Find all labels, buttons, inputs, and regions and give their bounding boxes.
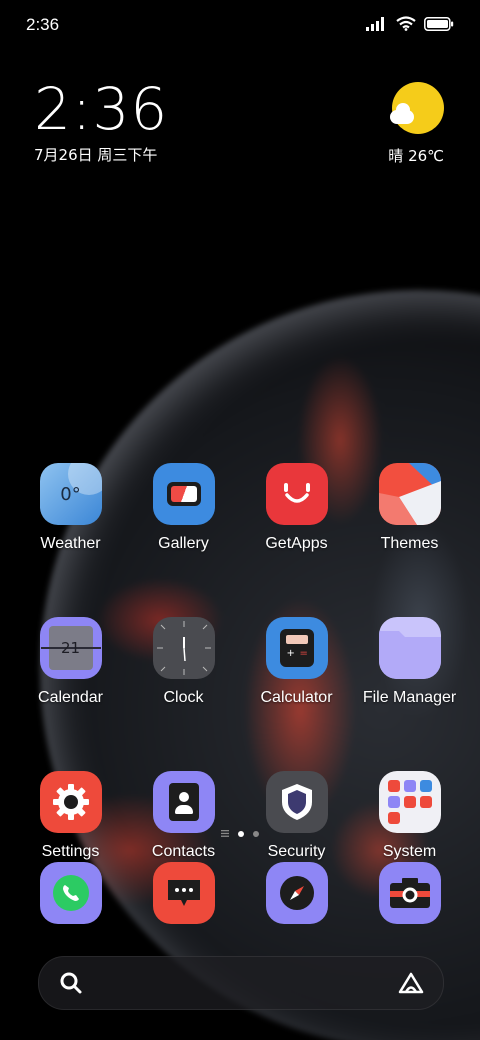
- weather-widget-text: 晴 26℃: [388, 147, 444, 165]
- app-system[interactable]: System: [353, 771, 466, 861]
- shield-icon: [265, 771, 328, 833]
- app-file-manager[interactable]: File Manager: [353, 617, 466, 707]
- camera-icon: [378, 862, 441, 924]
- weather-icon: 0°: [39, 463, 102, 525]
- clock-icon: [152, 617, 215, 679]
- app-label: Calendar: [38, 689, 103, 706]
- dock: [14, 862, 466, 924]
- app-label: Themes: [380, 535, 439, 552]
- app-calculator[interactable]: + = Calculator: [240, 617, 353, 707]
- getapps-icon: [265, 463, 328, 525]
- app-label: Weather: [40, 535, 101, 552]
- contacts-icon: [152, 771, 215, 833]
- app-themes[interactable]: Themes: [353, 463, 466, 553]
- search-bar[interactable]: [38, 956, 444, 1010]
- app-label: System: [382, 843, 437, 860]
- app-getapps[interactable]: GetApps: [240, 463, 353, 553]
- app-settings[interactable]: Settings: [14, 771, 127, 861]
- status-bar: 2:36: [0, 0, 480, 50]
- page-dot: [253, 830, 259, 837]
- app-gallery[interactable]: Gallery: [127, 463, 240, 553]
- clock-widget-date: 7月26日 周三下午: [34, 146, 158, 164]
- folder-icon: [378, 617, 441, 679]
- browser-icon: [265, 862, 328, 924]
- app-security[interactable]: Security: [240, 771, 353, 861]
- dock-phone[interactable]: [14, 862, 127, 924]
- app-label: Settings: [41, 843, 100, 860]
- battery-icon: [424, 16, 454, 31]
- signal-icon: [366, 16, 384, 31]
- app-label: File Manager: [362, 689, 457, 706]
- app-contacts[interactable]: Contacts: [127, 771, 240, 861]
- app-label: Security: [267, 843, 326, 860]
- status-time: 2:36: [26, 15, 60, 34]
- weather-widget[interactable]: 晴 26℃: [388, 82, 444, 166]
- dock-camera[interactable]: [353, 862, 466, 924]
- weather-icon-temp: 0°: [60, 483, 81, 505]
- page-dot-active: [238, 830, 244, 837]
- calculator-icon: + =: [265, 617, 328, 679]
- app-label: Gallery: [158, 535, 209, 552]
- phone-icon: [39, 862, 102, 924]
- calendar-icon: 21: [39, 617, 102, 679]
- messages-icon: [152, 862, 215, 924]
- themes-icon: [378, 463, 441, 525]
- dock-browser[interactable]: [240, 862, 353, 924]
- status-icons: [366, 16, 454, 31]
- wifi-icon: [396, 16, 416, 31]
- app-weather[interactable]: 0° Weather: [14, 463, 127, 553]
- app-grid: 0° Weather Gallery GetApps Themes 21 Cal…: [14, 463, 466, 861]
- app-label: Contacts: [151, 843, 216, 860]
- assistant-icon[interactable]: [397, 971, 425, 995]
- app-calendar[interactable]: 21 Calendar: [14, 617, 127, 707]
- calendar-icon-day: 21: [60, 639, 81, 657]
- dock-messages[interactable]: [127, 862, 240, 924]
- sunny-weather-icon: [390, 82, 444, 134]
- clock-widget-time: 2:36: [34, 75, 169, 143]
- clock-widget[interactable]: 2:36 7月26日 周三下午: [34, 78, 168, 165]
- app-label: GetApps: [265, 535, 328, 552]
- app-label: Clock: [163, 689, 204, 706]
- gallery-icon: [152, 463, 215, 525]
- app-clock[interactable]: Clock: [127, 617, 240, 707]
- page-indicator[interactable]: [0, 830, 480, 837]
- system-folder-icon: [378, 771, 441, 833]
- gear-icon: [39, 771, 102, 833]
- search-icon[interactable]: [59, 971, 83, 995]
- app-list-indicator-icon: [221, 830, 229, 837]
- app-label: Calculator: [260, 689, 333, 706]
